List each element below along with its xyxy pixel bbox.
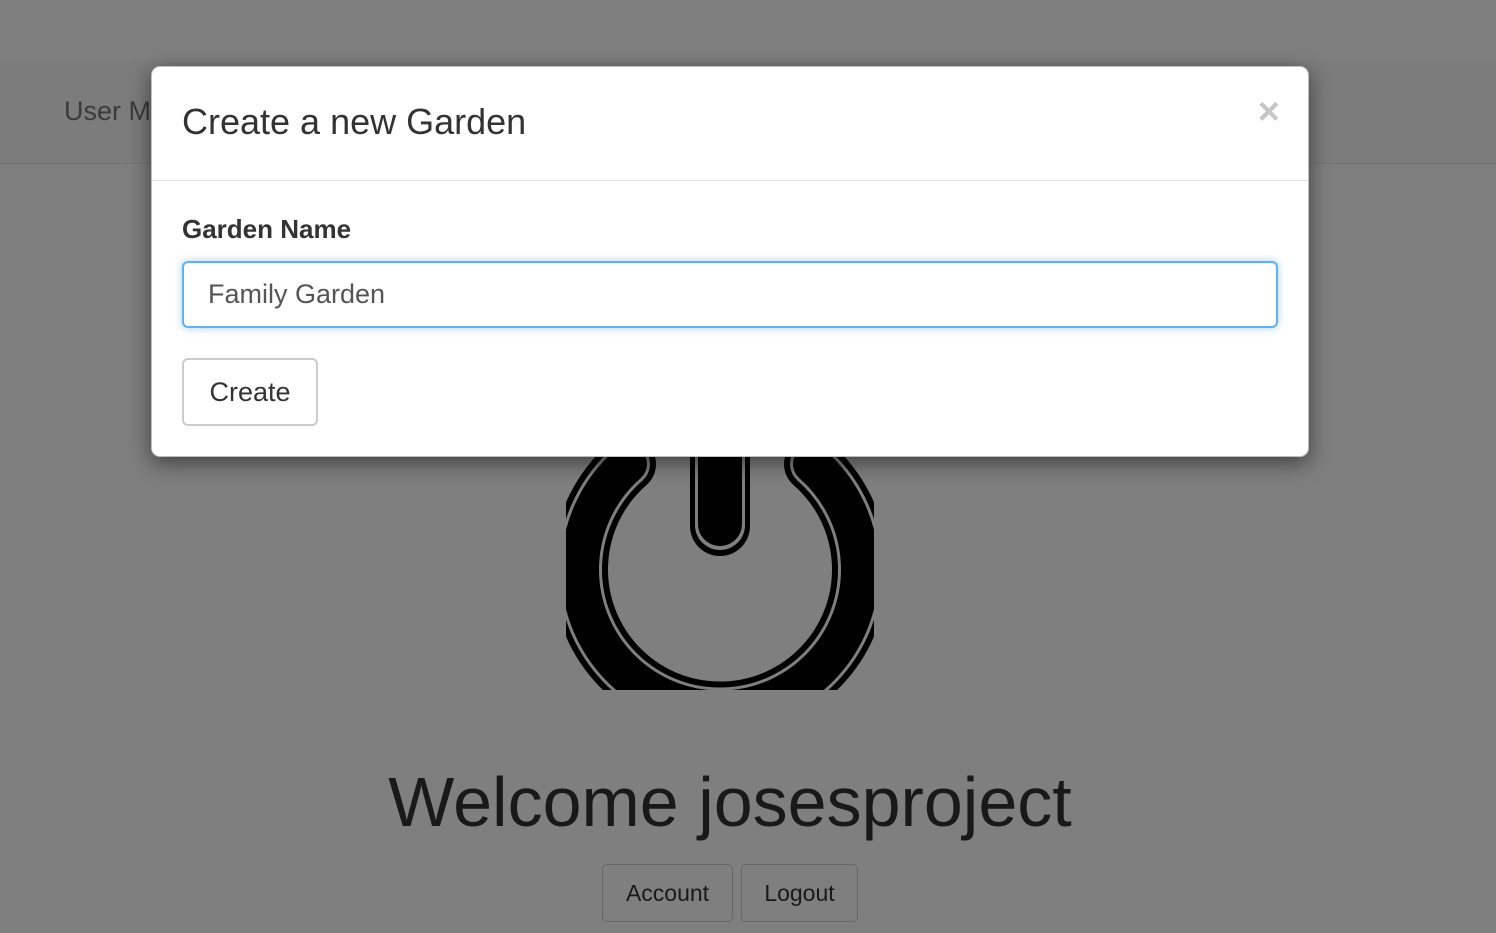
garden-name-input[interactable] [182,261,1278,328]
modal-header: Create a new Garden × [152,67,1308,181]
modal-title: Create a new Garden [182,101,527,142]
garden-name-label: Garden Name [182,214,352,244]
page: e User M Welcome josesproject Account Lo… [0,0,1496,933]
create-garden-modal: Create a new Garden × Garden Name Create [151,66,1309,457]
create-button[interactable]: Create [182,358,318,426]
close-icon[interactable]: × [1258,93,1280,131]
